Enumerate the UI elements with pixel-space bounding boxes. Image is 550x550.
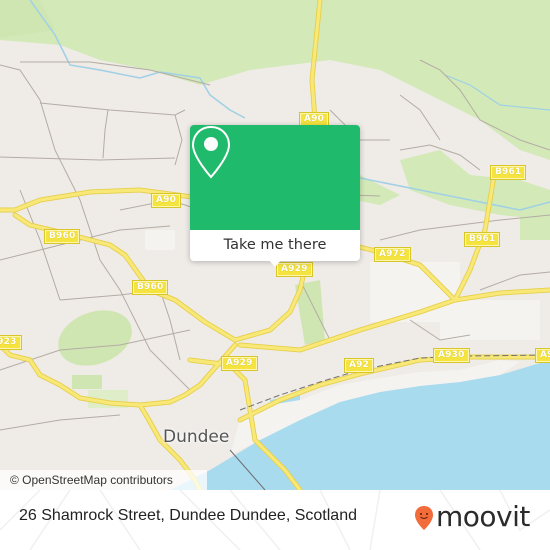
road-label-b960: B960: [43, 229, 81, 244]
location-popup[interactable]: Take me there: [190, 125, 360, 267]
road-label-a972: A972: [374, 247, 411, 262]
address-text: 26 Shamrock Street, Dundee Dundee, Scotl…: [19, 507, 357, 524]
footer: 26 Shamrock Street, Dundee Dundee, Scotl…: [0, 490, 550, 550]
park-area: [58, 310, 132, 366]
road-label-b961: B961: [463, 232, 501, 247]
map-attribution[interactable]: © OpenStreetMap contributors: [0, 470, 207, 490]
road-label-a92: A92: [534, 348, 550, 363]
road-label-a923: A923: [0, 335, 22, 350]
popup-pointer: [268, 259, 282, 267]
road-label-b961: B961: [489, 165, 527, 180]
road-label-a929: A929: [221, 356, 258, 371]
popup-header: [190, 125, 360, 230]
water-tay: [170, 360, 550, 490]
place-label-dundee: Dundee: [163, 427, 230, 447]
road-label-a90: A90: [150, 193, 182, 208]
map-pin-icon: [191, 125, 231, 179]
road-label-b960: B960: [131, 280, 169, 295]
road-label-a930: A930: [433, 348, 470, 363]
map[interactable]: A90 A90 B960 B960 B961 B961 A972 A929 A9…: [0, 0, 550, 490]
road-label-a92: A92: [343, 358, 375, 373]
take-me-there-button[interactable]: Take me there: [190, 230, 360, 261]
moovit-pin-smile-icon: [415, 506, 433, 530]
park-area: [72, 375, 102, 389]
moovit-wordmark: moovit: [436, 500, 530, 533]
road-label-a929: A929: [276, 262, 313, 277]
